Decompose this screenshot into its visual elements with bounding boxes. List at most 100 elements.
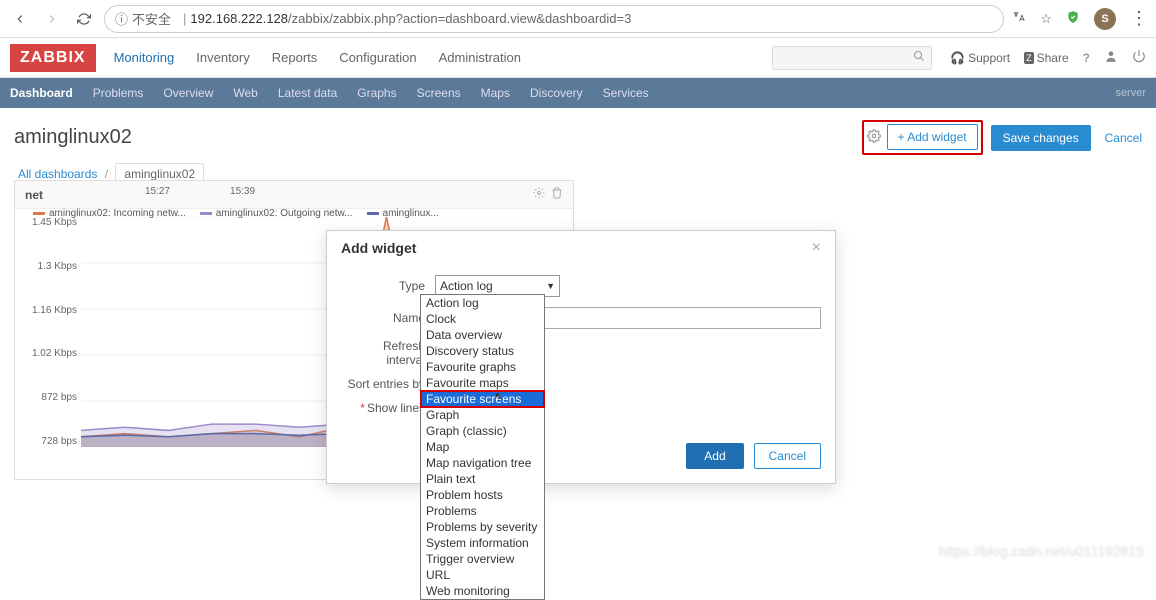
y-tick: 1.16 Kbps [19, 305, 77, 316]
legend-item: aminglinux... [367, 208, 439, 219]
support-link[interactable]: 🎧 Support [950, 51, 1010, 65]
share-icon: Z [1024, 52, 1034, 64]
dd-option[interactable]: Clock [421, 311, 544, 327]
dd-option[interactable]: URL [421, 567, 544, 583]
x-tick: 15:39 [230, 186, 255, 197]
subnav-graphs[interactable]: Graphs [357, 86, 396, 100]
subnav-dashboard[interactable]: Dashboard [10, 86, 73, 100]
legend-item: aminglinux02: Incoming netw... [33, 208, 186, 219]
insecure-label: 不安全 [132, 9, 171, 28]
add-widget-modal: Add widget × Type Action log ▼ Name Refr… [326, 230, 836, 484]
legend-item: aminglinux02: Outgoing netw... [200, 208, 353, 219]
secondary-nav: Dashboard Problems Overview Web Latest data G… [0, 78, 1156, 108]
dd-option[interactable]: Problems [421, 503, 544, 519]
modal-close-icon[interactable]: × [812, 239, 821, 257]
translate-icon[interactable] [1012, 10, 1026, 27]
forward-button[interactable] [40, 7, 64, 31]
net-chart: 1.45 Kbps1.3 Kbps1.16 Kbps1.02 Kbps872 b… [15, 209, 573, 225]
y-tick: 728 bps [19, 436, 77, 447]
dd-option[interactable]: Favourite maps [421, 375, 544, 391]
profile-avatar[interactable]: S [1094, 8, 1116, 30]
cancel-link[interactable]: Cancel [1105, 131, 1142, 145]
dd-option[interactable]: Action log [421, 295, 544, 311]
type-label: Type [341, 279, 435, 293]
headset-icon: 🎧 [950, 51, 965, 65]
back-button[interactable] [8, 7, 32, 31]
url-path: /zabbix/zabbix.php?action=dashboard.view… [288, 11, 631, 26]
subnav-discovery[interactable]: Discovery [530, 86, 583, 100]
breadcrumb-root[interactable]: All dashboards [18, 167, 97, 181]
legend-label: aminglinux02: Outgoing netw... [216, 208, 353, 219]
page-title: aminglinux02 [14, 126, 132, 149]
watermark: https://blog.csdn.net/u011192615 [939, 543, 1144, 559]
legend-label: aminglinux... [383, 208, 439, 219]
plus-icon: + [898, 130, 905, 144]
dd-option[interactable]: Favourite screens [421, 391, 544, 407]
dd-option[interactable]: Data overview [421, 327, 544, 343]
shield-icon[interactable] [1066, 10, 1080, 27]
legend-swatch [367, 212, 379, 215]
address-bar[interactable]: ⓘ 不安全 | 192.168.222.128/zabbix/zabbix.ph… [104, 5, 1004, 33]
bookmark-star-icon[interactable]: ☆ [1040, 11, 1052, 27]
dd-option[interactable]: Plain text [421, 471, 544, 487]
dd-option[interactable]: Favourite graphs [421, 359, 544, 375]
dd-option[interactable]: Trigger overview [421, 551, 544, 567]
zabbix-logo[interactable]: ZABBIX [10, 44, 96, 72]
modal-title: Add widget [341, 240, 416, 256]
y-tick: 1.3 Kbps [19, 261, 77, 272]
nav-reports[interactable]: Reports [272, 50, 318, 65]
widget-delete-icon[interactable] [551, 187, 563, 202]
nav-inventory[interactable]: Inventory [196, 50, 249, 65]
dd-option[interactable]: Map navigation tree [421, 455, 544, 471]
subnav-screens[interactable]: Screens [417, 86, 461, 100]
modal-cancel-button[interactable]: Cancel [754, 443, 821, 469]
share-link[interactable]: Z Share [1024, 51, 1069, 65]
type-dropdown[interactable]: Action logClockData overviewDiscovery st… [420, 294, 545, 600]
primary-nav: Monitoring Inventory Reports Configuration A… [114, 50, 521, 65]
chevron-down-icon: ▼ [546, 281, 555, 291]
subnav-problems[interactable]: Problems [93, 86, 144, 100]
dd-option[interactable]: Graph [421, 407, 544, 423]
app-header: ZABBIX Monitoring Inventory Reports Configu… [0, 38, 1156, 78]
dd-option[interactable]: Graph (classic) [421, 423, 544, 439]
y-tick: 872 bps [19, 392, 77, 403]
dd-option[interactable]: Problem hosts [421, 487, 544, 503]
subnav-web[interactable]: Web [233, 86, 257, 100]
widget-title: net [25, 188, 43, 202]
dashboard-settings-icon[interactable] [867, 129, 881, 146]
nav-administration[interactable]: Administration [439, 50, 521, 65]
dd-option[interactable]: Map [421, 439, 544, 455]
search-input[interactable] [772, 46, 932, 70]
browser-menu-icon[interactable]: ⋮ [1130, 8, 1148, 29]
subnav-maps[interactable]: Maps [481, 86, 510, 100]
search-icon [913, 50, 925, 65]
browser-toolbar: ⓘ 不安全 | 192.168.222.128/zabbix/zabbix.ph… [0, 0, 1156, 38]
url-host: 192.168.222.128 [190, 11, 288, 26]
highlight-add-widget: + Add widget [862, 120, 983, 155]
legend-label: aminglinux02: Incoming netw... [49, 208, 186, 219]
dd-option[interactable]: Discovery status [421, 343, 544, 359]
modal-add-button[interactable]: Add [686, 443, 743, 469]
widget-settings-icon[interactable] [533, 187, 545, 202]
legend-swatch [33, 212, 45, 215]
page-header: aminglinux02 + Add widget Save changes C… [0, 108, 1156, 163]
insecure-icon: ⓘ [115, 9, 128, 28]
dd-option[interactable]: System information [421, 535, 544, 551]
reload-button[interactable] [72, 7, 96, 31]
add-widget-button[interactable]: + Add widget [887, 124, 978, 150]
x-tick: 15:27 [145, 186, 170, 197]
nav-monitoring[interactable]: Monitoring [114, 50, 175, 65]
server-label: server [1115, 87, 1146, 99]
user-icon[interactable] [1104, 49, 1118, 66]
y-tick: 1.02 Kbps [19, 348, 77, 359]
subnav-latest-data[interactable]: Latest data [278, 86, 337, 100]
power-icon[interactable] [1132, 49, 1146, 66]
help-icon[interactable]: ? [1083, 51, 1090, 65]
legend-swatch [200, 212, 212, 215]
dd-option[interactable]: Problems by severity [421, 519, 544, 535]
subnav-services[interactable]: Services [603, 86, 649, 100]
save-changes-button[interactable]: Save changes [991, 125, 1091, 151]
subnav-overview[interactable]: Overview [163, 86, 213, 100]
dd-option[interactable]: Web monitoring [421, 583, 544, 599]
nav-configuration[interactable]: Configuration [339, 50, 416, 65]
